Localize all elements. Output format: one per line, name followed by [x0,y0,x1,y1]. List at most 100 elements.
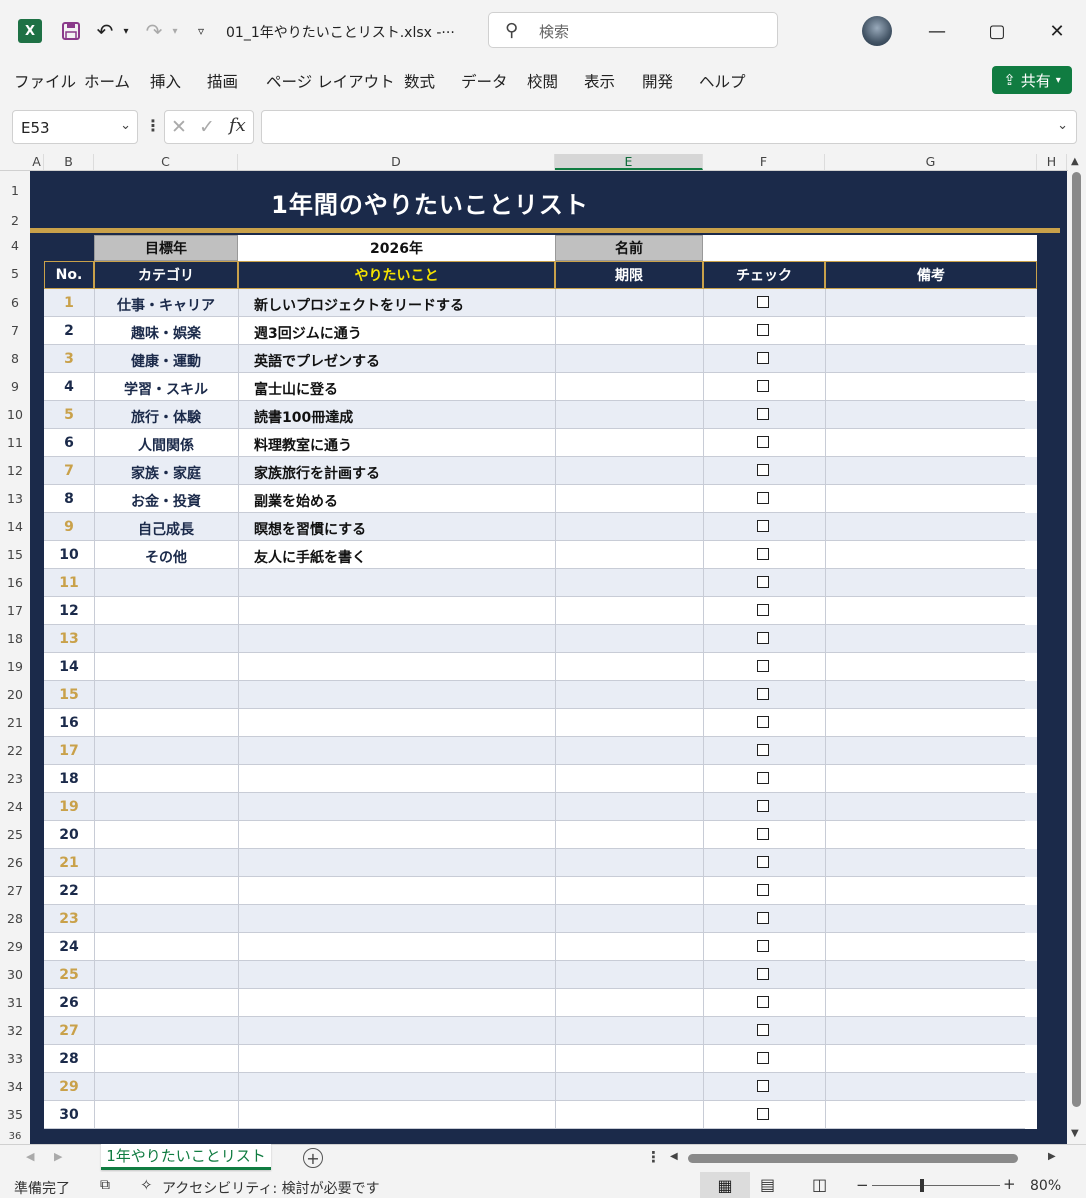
todo-cell[interactable]: 友人に手紙を書く [254,547,366,567]
row-number[interactable]: 7 [44,463,94,479]
checkbox[interactable] [757,828,769,840]
checkbox[interactable] [757,324,769,336]
page-layout-view-icon[interactable]: ▤ [760,1175,775,1194]
row-number[interactable]: 2 [44,323,94,339]
scroll-down-icon[interactable]: ▼ [1071,1128,1079,1139]
row-header[interactable]: 17 [0,603,30,618]
row-header[interactable]: 9 [0,379,30,394]
todo-cell[interactable]: 週3回ジムに通う [254,323,362,343]
row-header[interactable]: 13 [0,491,30,506]
row-number[interactable]: 10 [44,547,94,563]
previous-sheet-icon[interactable]: ◀ [26,1150,34,1163]
accessibility-status[interactable]: アクセシビリティ: 検討が必要です [162,1178,380,1198]
category-cell[interactable]: その他 [94,547,238,567]
row-header[interactable]: 2 [0,213,30,228]
row-header[interactable]: 21 [0,715,30,730]
row-header[interactable]: 19 [0,659,30,674]
row-number[interactable]: 24 [44,939,94,955]
checkbox[interactable] [757,884,769,896]
row-header[interactable]: 18 [0,631,30,646]
insert-function-icon[interactable]: fx [229,115,246,136]
expand-formula-icon[interactable]: ⌄ [1057,118,1068,133]
accessibility-icon[interactable]: ✧ [140,1176,153,1194]
row-header[interactable]: 15 [0,547,30,562]
row-header[interactable]: 34 [0,1079,30,1094]
page-break-view-icon[interactable]: ◫ [812,1175,827,1194]
avatar[interactable] [862,16,892,46]
tab-insert[interactable]: 挿入 [150,70,181,92]
category-cell[interactable]: 人間関係 [94,435,238,455]
row-number[interactable]: 11 [44,575,94,591]
name-value[interactable] [703,235,1037,261]
row-header[interactable]: 8 [0,351,30,366]
checkbox[interactable] [757,1052,769,1064]
row-number[interactable]: 17 [44,743,94,759]
sheet-tab-active[interactable]: 1年やりたいことリスト [101,1144,271,1170]
row-header[interactable]: 12 [0,463,30,478]
row-header[interactable]: 11 [0,435,30,450]
target-year-value[interactable]: 2026年 [238,235,555,261]
row-header[interactable]: 23 [0,771,30,786]
close-icon[interactable]: ✕ [1044,18,1070,44]
name-box[interactable]: E53 ⌄ [12,110,138,144]
checkbox[interactable] [757,576,769,588]
column-header-e[interactable]: E [555,154,703,170]
category-cell[interactable]: 旅行・体験 [94,407,238,427]
tab-developer[interactable]: 開発 [642,70,673,92]
checkbox[interactable] [757,772,769,784]
row-number[interactable]: 27 [44,1023,94,1039]
vertical-scrollbar[interactable]: ▲ ▼ [1068,154,1086,1144]
search-box[interactable]: ⚲ 検索 [488,12,778,48]
row-number[interactable]: 29 [44,1079,94,1095]
worksheet[interactable]: 1年間のやりたいことリスト 目標年 2026年 名前 No. カテゴリ やりたい… [30,171,1067,1144]
row-number[interactable]: 25 [44,967,94,983]
row-number[interactable]: 26 [44,995,94,1011]
scroll-right-icon[interactable]: ▶ [1048,1151,1056,1162]
row-number[interactable]: 1 [44,295,94,311]
checkbox[interactable] [757,520,769,532]
next-sheet-icon[interactable]: ▶ [54,1150,62,1163]
zoom-level[interactable]: 80% [1030,1178,1061,1194]
checkbox[interactable] [757,380,769,392]
row-header[interactable]: 28 [0,911,30,926]
todo-cell[interactable]: 富士山に登る [254,379,338,399]
checkbox[interactable] [757,1108,769,1120]
checkbox[interactable] [757,716,769,728]
checkbox[interactable] [757,408,769,420]
undo-dropdown-icon[interactable]: ▾ [119,18,133,44]
checkbox[interactable] [757,492,769,504]
checkbox[interactable] [757,800,769,812]
column-header-f[interactable]: F [703,154,825,170]
row-number[interactable]: 22 [44,883,94,899]
share-button[interactable]: ⇪ 共有 ▾ [992,66,1072,94]
row-number[interactable]: 4 [44,379,94,395]
row-number[interactable]: 12 [44,603,94,619]
redo-icon[interactable]: ↷ [143,18,165,44]
checkbox[interactable] [757,464,769,476]
column-header-c[interactable]: C [94,154,238,170]
column-header-h[interactable]: H [1037,154,1067,170]
row-number[interactable]: 16 [44,715,94,731]
row-number[interactable]: 9 [44,519,94,535]
macro-recording-icon[interactable]: ⧉ [100,1177,110,1193]
category-cell[interactable]: 健康・運動 [94,351,238,371]
column-header-d[interactable]: D [238,154,555,170]
checkbox[interactable] [757,632,769,644]
checkbox[interactable] [757,688,769,700]
checkbox[interactable] [757,296,769,308]
more-options-icon[interactable]: ⋮ [646,1148,661,1166]
checkbox[interactable] [757,660,769,672]
checkbox[interactable] [757,968,769,980]
row-number[interactable]: 8 [44,491,94,507]
row-header[interactable]: 24 [0,799,30,814]
checkbox[interactable] [757,912,769,924]
todo-cell[interactable]: 英語でプレゼンする [254,351,380,371]
save-icon[interactable] [60,18,82,44]
row-number[interactable]: 30 [44,1107,94,1123]
undo-icon[interactable]: ↶ [94,18,116,44]
row-number[interactable]: 18 [44,771,94,787]
tab-page-layout[interactable]: ページ レイアウト [266,70,395,92]
row-number[interactable]: 20 [44,827,94,843]
row-header[interactable]: 7 [0,323,30,338]
row-header[interactable]: 27 [0,883,30,898]
